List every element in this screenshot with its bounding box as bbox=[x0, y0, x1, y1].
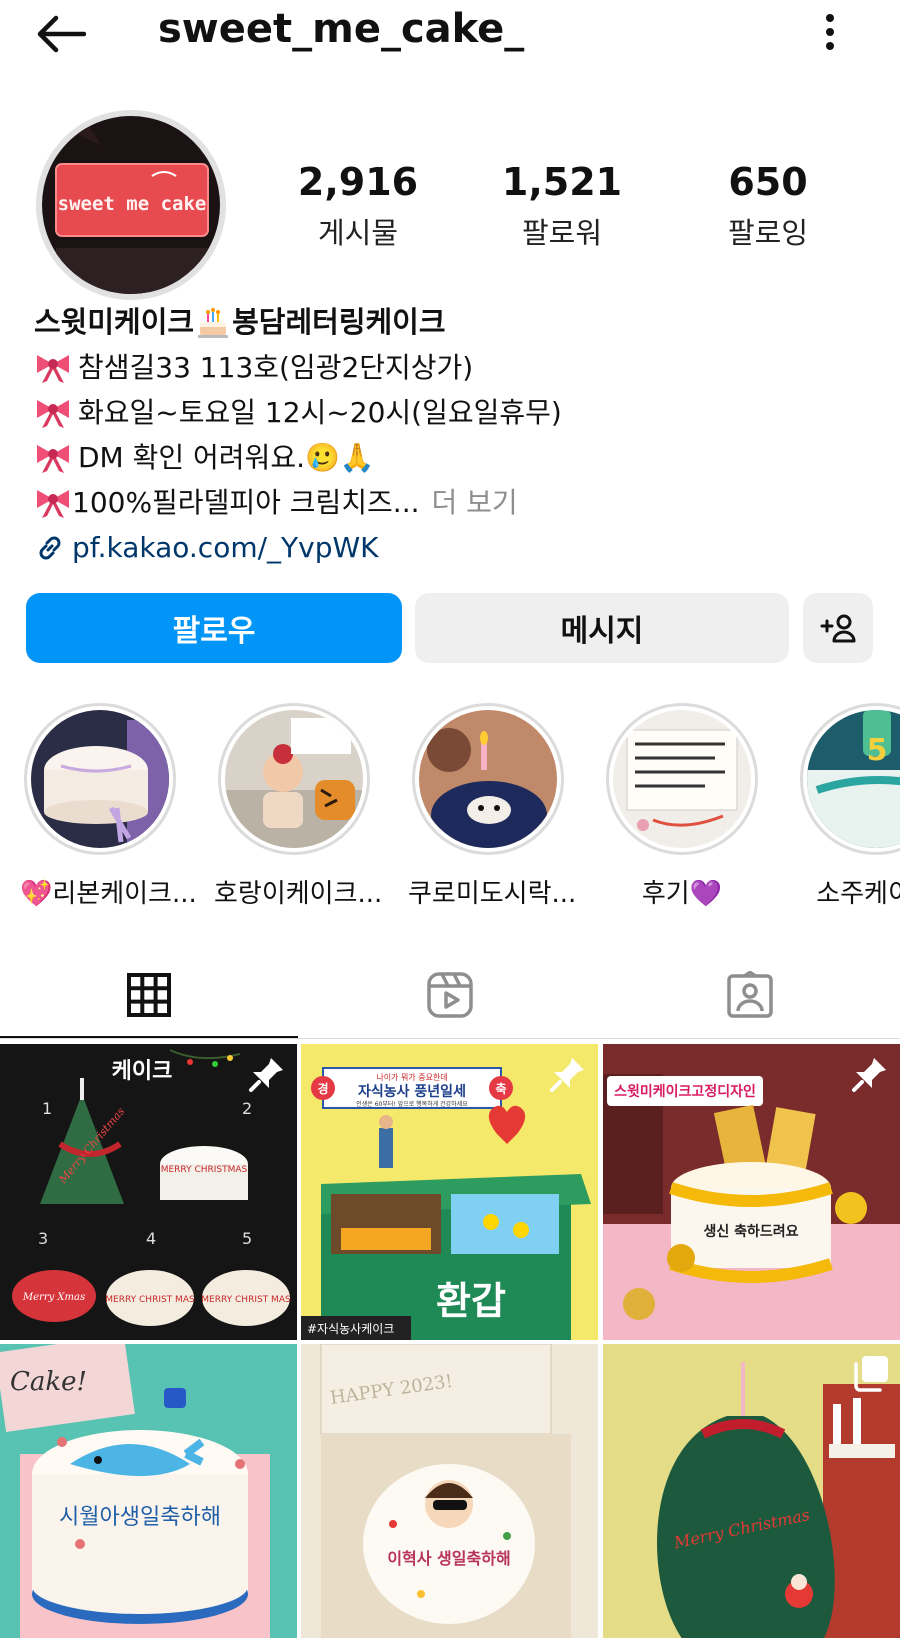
highlight-label: 쿠로미도시락... bbox=[408, 879, 577, 909]
multiple-photos-icon bbox=[852, 1354, 890, 1396]
post-right-badge: 축 bbox=[495, 1081, 506, 1096]
post-number-2: 2 bbox=[242, 1099, 252, 1118]
profile-display-name: 스윗미케이크 봉담레터링케이크 bbox=[34, 305, 446, 339]
pin-icon bbox=[850, 1054, 890, 1098]
followers-label: 팔로워 bbox=[521, 216, 603, 250]
follow-button[interactable]: 팔로우 bbox=[26, 593, 402, 663]
arrow-left-icon bbox=[37, 15, 86, 53]
post-banner-main: 자식농사 풍년일세 bbox=[358, 1084, 466, 1100]
profile-bio: 스윗미케이크 봉담레터링케이크 참샘길33 113호(임광2단지상가) 화요일~… bbox=[34, 300, 874, 570]
post-thumbnail[interactable]: Cake! 시월아생일축하해 bbox=[0, 1344, 297, 1638]
post-banner: 스윗미케이크고정디자인 bbox=[614, 1083, 756, 1100]
tabs-divider bbox=[0, 1038, 900, 1039]
post-number-1: 1 bbox=[42, 1099, 52, 1118]
highlight-label: 호랑이케이크... bbox=[214, 879, 383, 909]
tab-tagged[interactable] bbox=[600, 950, 900, 1040]
posts-label: 게시물 bbox=[317, 216, 399, 250]
post-corner-text: Cake! bbox=[10, 1367, 87, 1397]
followers-stat[interactable]: 1,521 팔로워 bbox=[472, 160, 652, 252]
highlight-label: 후기💜 bbox=[641, 879, 723, 909]
post-thumbnail[interactable]: 스윗미케이크고정디자인 생신 축하드려요 bbox=[603, 1044, 900, 1340]
message-button[interactable]: 메시지 bbox=[415, 593, 789, 663]
post-cake-text: 이혁사 생일축하해 bbox=[387, 1549, 510, 1568]
suggested-users-button[interactable] bbox=[803, 593, 873, 663]
bio-more-link[interactable]: 더 보기 bbox=[432, 480, 518, 525]
pin-icon bbox=[247, 1054, 287, 1098]
post-number-5: 5 bbox=[242, 1229, 252, 1248]
highlight-reviews[interactable]: 후기💜 bbox=[602, 703, 762, 910]
following-label: 팔로잉 bbox=[727, 216, 809, 250]
highlight-cover bbox=[613, 710, 751, 848]
highlight-label: 소주케이크 bbox=[816, 879, 900, 909]
ribbon-emoji-icon bbox=[37, 489, 69, 518]
post-hashtag: #자식농사케이크 bbox=[307, 1322, 394, 1336]
post-thumbnail[interactable]: Merry Christmas bbox=[603, 1344, 900, 1638]
svg-text:5: 5 bbox=[867, 733, 888, 768]
profile-avatar-ring[interactable]: sweet me cake bbox=[36, 110, 226, 300]
birthday-cake-emoji-icon bbox=[198, 307, 229, 338]
profile-header: sweet_me_cake_ bbox=[0, 0, 900, 68]
highlight-ribbon-cake[interactable]: 💖리본케이크... bbox=[20, 703, 197, 910]
reels-icon bbox=[427, 972, 473, 1018]
tab-posts-grid[interactable] bbox=[0, 950, 298, 1040]
post-banner-sub: 인생은 60부터! 앞으로 행복하게 건강하세요 bbox=[356, 1100, 468, 1108]
following-stat[interactable]: 650 팔로잉 bbox=[678, 160, 858, 252]
bio-link-text: pf.kakao.com/_YvpWK bbox=[72, 531, 379, 564]
highlight-kuromi-lunchbox[interactable]: 쿠로미도시락... bbox=[408, 703, 577, 910]
following-count: 650 bbox=[728, 160, 808, 204]
highlight-label: 💖리본케이크... bbox=[20, 879, 197, 909]
tagged-person-icon bbox=[727, 971, 773, 1018]
post-number-4: 4 bbox=[146, 1229, 156, 1248]
pin-icon bbox=[548, 1054, 588, 1098]
highlight-cover: 5 bbox=[807, 710, 900, 848]
grid-icon bbox=[127, 973, 171, 1017]
posts-stat[interactable]: 2,916 게시물 bbox=[268, 160, 448, 252]
bio-cream-line: 100%필라델피아 크림치즈... 더 보기 bbox=[34, 480, 874, 525]
post-cake-text-5: MERRY CHRIST MAS bbox=[201, 1295, 291, 1305]
highlight-cover bbox=[419, 710, 557, 848]
highlight-cover bbox=[31, 710, 169, 848]
bio-dm-line: DM 확인 어려워요.🥲🙏 bbox=[34, 435, 874, 480]
post-number-3: 3 bbox=[38, 1229, 48, 1248]
ribbon-emoji-icon bbox=[37, 354, 69, 383]
highlight-tiger-cake[interactable]: 호랑이케이크... bbox=[214, 703, 383, 910]
bio-external-link[interactable]: pf.kakao.com/_YvpWK bbox=[34, 525, 874, 570]
post-thumbnail[interactable]: 케이크 1 2 3 4 5 Merry Christmas MERRY CHRI… bbox=[0, 1044, 297, 1340]
bio-address-line: 참샘길33 113호(임광2단지상가) bbox=[34, 345, 874, 390]
highlight-cover bbox=[225, 710, 363, 848]
post-cake-text: 시월아생일축하해 bbox=[59, 1505, 221, 1530]
tab-reels[interactable] bbox=[300, 950, 600, 1040]
avatar-sign-text: sweet me cake bbox=[58, 193, 207, 215]
post-cake-text: 환갑 bbox=[436, 1279, 506, 1323]
post-cake-text: 생신 축하드려요 bbox=[703, 1223, 798, 1240]
avatar: sweet me cake bbox=[42, 116, 220, 294]
more-vertical-icon bbox=[826, 14, 834, 50]
back-button[interactable] bbox=[30, 10, 90, 58]
post-banner-top: 나이가 뭐가 중요한데 bbox=[376, 1072, 447, 1082]
posts-count: 2,916 bbox=[297, 160, 419, 204]
highlight-soju-cake[interactable]: 5 소주케이크 bbox=[796, 703, 900, 910]
post-overlay-text: 케이크 bbox=[112, 1059, 173, 1084]
ribbon-emoji-icon bbox=[37, 399, 69, 428]
add-person-icon bbox=[820, 614, 856, 643]
profile-username: sweet_me_cake_ bbox=[158, 6, 525, 52]
post-cake-text-4: MERRY CHRIST MAS bbox=[105, 1295, 195, 1305]
profile-tabs bbox=[0, 950, 900, 1040]
post-cake-text-2: MERRY CHRISTMAS bbox=[161, 1165, 248, 1175]
more-options-button[interactable] bbox=[810, 8, 850, 56]
post-left-badge: 경 bbox=[317, 1082, 328, 1096]
ribbon-emoji-icon bbox=[37, 444, 69, 473]
bio-hours-line: 화요일~토요일 12시~20시(일요일휴무) bbox=[34, 390, 874, 435]
followers-count: 1,521 bbox=[501, 160, 623, 204]
link-icon bbox=[39, 536, 61, 559]
post-thumbnail[interactable]: HAPPY 2023! 이혁사 생일축하해 bbox=[301, 1344, 598, 1638]
post-cake-text-3: Merry Xmas bbox=[22, 1292, 85, 1303]
post-thumbnail[interactable]: 나이가 뭐가 중요한데 자식농사 풍년일세 인생은 60부터! 앞으로 행복하게… bbox=[301, 1044, 598, 1340]
